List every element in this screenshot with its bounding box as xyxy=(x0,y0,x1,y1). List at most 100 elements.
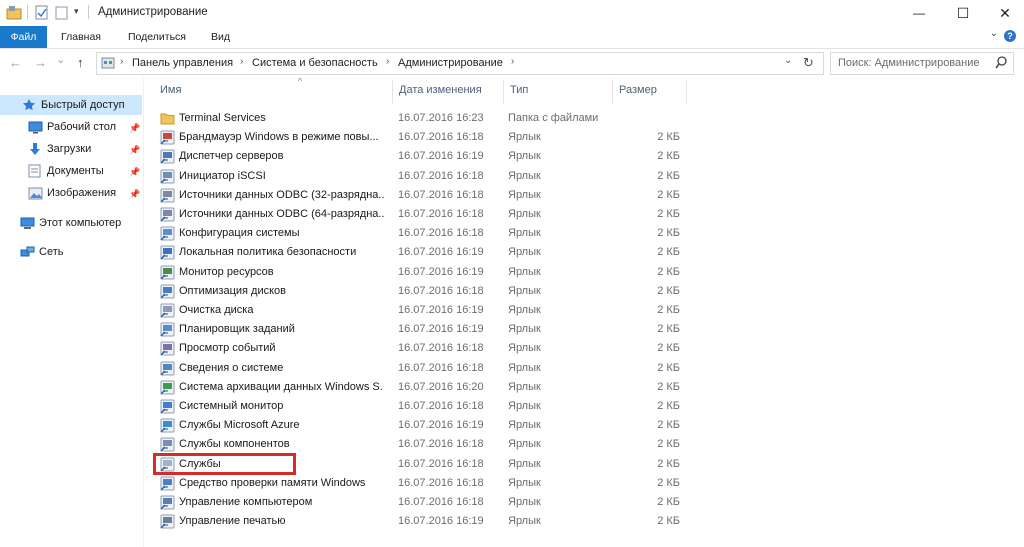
file-date: 16.07.2016 16:18 xyxy=(398,208,484,220)
system-info-icon xyxy=(160,361,175,376)
file-row[interactable]: Службы Microsoft Azure 16.07.2016 16:19 Яр… xyxy=(152,416,688,435)
file-row[interactable]: Просмотр событий 16.07.2016 16:18 Ярлык 2 К… xyxy=(152,339,688,358)
file-name: Брандмауэр Windows в режиме повы... xyxy=(179,131,379,144)
maximize-button[interactable]: ☐ xyxy=(940,0,986,26)
file-date: 16.07.2016 16:18 xyxy=(398,457,484,470)
column-separator[interactable] xyxy=(686,80,687,104)
properties-icon[interactable] xyxy=(35,5,49,23)
sidebar-item-pictures[interactable]: Изображения xyxy=(0,183,142,203)
file-name: Источники данных ODBC (32-разрядна... xyxy=(179,188,384,201)
close-button[interactable]: ✕ xyxy=(982,0,1024,26)
file-row[interactable]: Система архивации данных Windows S... 16.… xyxy=(152,378,688,397)
file-type: Ярлык xyxy=(508,304,541,316)
file-date: 16.07.2016 16:18 xyxy=(398,169,484,182)
file-type: Ярлык xyxy=(508,496,541,508)
file-row[interactable]: Монитор ресурсов 16.07.2016 16:19 Ярлык 2 К… xyxy=(152,263,688,282)
sidebar-item-downloads[interactable]: Загрузки xyxy=(0,139,142,159)
file-row[interactable]: Очистка диска 16.07.2016 16:19 Ярлык 2 КБ xyxy=(152,301,688,320)
pin-icon[interactable]: 📌 xyxy=(129,145,140,156)
odbc-icon xyxy=(160,207,175,222)
file-row[interactable]: Инициатор iSCSI 16.07.2016 16:18 Ярлык 2 КБ xyxy=(152,167,688,186)
file-row[interactable]: Средство проверки памяти Windows 16.07.20… xyxy=(152,474,688,493)
forward-button[interactable]: → xyxy=(34,55,47,70)
file-row[interactable]: Сведения о системе 16.07.2016 16:18 Ярлык 2… xyxy=(152,359,688,378)
memory-diagnostic-icon xyxy=(160,476,175,491)
sidebar-item-this-pc[interactable]: Этот компьютер xyxy=(0,213,142,233)
column-header-type[interactable]: Тип xyxy=(510,84,528,102)
help-icon[interactable]: ? xyxy=(1004,30,1016,42)
file-size: 2 КБ xyxy=(657,265,680,278)
file-row[interactable]: Источники данных ODBC (64-разрядна... 16.… xyxy=(152,205,688,224)
file-row[interactable]: Источники данных ODBC (32-разрядна... 16.… xyxy=(152,186,688,205)
file-row[interactable]: Брандмауэр Windows в режиме повы... 16.07… xyxy=(152,128,688,147)
sidebar-item-quick-access[interactable]: Быстрый доступ xyxy=(0,95,142,115)
breadcrumb-system-security[interactable]: Система и безопасность xyxy=(252,57,378,69)
address-row: ← → ⌄ ↑ › Панель управления › Система и … xyxy=(0,48,1024,78)
file-type: Ярлык xyxy=(508,457,541,470)
file-size: 2 КБ xyxy=(657,476,680,489)
column-header-name[interactable]: Имя xyxy=(160,84,181,102)
file-size: 2 КБ xyxy=(657,515,680,528)
file-row[interactable]: Terminal Services 16.07.2016 16:23 Папка с… xyxy=(152,109,688,128)
file-name: Диспетчер серверов xyxy=(179,150,284,163)
computer-icon xyxy=(20,217,36,230)
search-box[interactable]: Поиск: Администрирование xyxy=(830,52,1014,75)
pin-icon[interactable]: 📌 xyxy=(129,189,140,200)
breadcrumb-separator[interactable]: › xyxy=(386,56,389,67)
tab-share[interactable]: Поделиться xyxy=(128,26,186,48)
breadcrumb-separator[interactable]: › xyxy=(120,56,123,67)
file-date: 16.07.2016 16:23 xyxy=(398,112,484,124)
file-row[interactable]: Управление компьютером 16.07.2016 16:18 Яр… xyxy=(152,493,688,512)
sidebar-item-label: Изображения xyxy=(47,187,117,199)
column-separator[interactable] xyxy=(503,80,504,104)
pin-icon[interactable]: 📌 xyxy=(129,167,140,178)
sidebar-item-desktop[interactable]: Рабочий стол xyxy=(0,117,142,137)
file-type: Ярлык xyxy=(508,284,541,297)
column-header-date[interactable]: Дата изменения xyxy=(399,84,482,102)
breadcrumb-administration[interactable]: Администрирование xyxy=(398,57,503,69)
file-name: Источники данных ODBC (64-разрядна... xyxy=(179,208,384,220)
file-row[interactable]: Планировщик заданий 16.07.2016 16:19 Ярлык… xyxy=(152,320,688,339)
tab-file[interactable]: Файл xyxy=(0,26,47,48)
file-row[interactable]: Локальная политика безопасности 16.07.201… xyxy=(152,243,688,262)
folder-window-icon xyxy=(6,5,22,23)
breadcrumb-separator[interactable]: › xyxy=(511,56,514,67)
file-row[interactable]: Конфигурация системы 16.07.2016 16:18 Ярлы… xyxy=(152,224,688,243)
file-row[interactable]: Оптимизация дисков 16.07.2016 16:18 Ярлык 2… xyxy=(152,282,688,301)
file-name: Монитор ресурсов xyxy=(179,265,274,278)
file-row[interactable]: Системный монитор 16.07.2016 16:18 Ярлык 2 … xyxy=(152,397,688,416)
file-type: Ярлык xyxy=(508,342,541,355)
column-separator[interactable] xyxy=(392,80,393,104)
breadcrumb-separator[interactable]: › xyxy=(240,56,243,67)
customize-toolbar-icon[interactable]: ▾ xyxy=(74,6,79,17)
file-type: Ярлык xyxy=(508,188,541,201)
breadcrumb-control-panel[interactable]: Панель управления xyxy=(132,57,233,69)
file-size: 2 КБ xyxy=(657,438,680,451)
file-type: Ярлык xyxy=(508,208,541,220)
new-folder-icon[interactable] xyxy=(55,5,69,23)
file-row[interactable]: Службы компонентов 16.07.2016 16:18 Ярлык 2… xyxy=(152,435,688,454)
file-date: 16.07.2016 16:20 xyxy=(398,380,484,393)
file-row[interactable]: Диспетчер серверов 16.07.2016 16:19 Ярлык 2… xyxy=(152,147,688,166)
expand-ribbon-icon[interactable]: ⌄ xyxy=(990,28,998,39)
minimize-button[interactable]: — xyxy=(896,0,942,26)
sidebar-item-network[interactable]: Сеть xyxy=(0,242,142,262)
refresh-icon[interactable]: ↻ xyxy=(803,55,814,71)
up-button[interactable]: ↑ xyxy=(77,55,84,70)
backup-icon xyxy=(160,380,175,395)
tab-home[interactable]: Главная xyxy=(61,26,101,48)
recent-locations-button[interactable]: ⌄ xyxy=(56,53,65,66)
column-separator[interactable] xyxy=(612,80,613,104)
network-icon xyxy=(20,246,36,259)
file-row[interactable]: Управление печатью 16.07.2016 16:19 Ярлык 2… xyxy=(152,512,688,531)
address-bar[interactable]: › Панель управления › Система и безопасн… xyxy=(96,52,824,75)
pin-icon[interactable]: 📌 xyxy=(129,123,140,134)
sidebar-item-documents[interactable]: Документы xyxy=(0,161,142,181)
file-name: Локальная политика безопасности xyxy=(179,246,357,259)
back-button[interactable]: ← xyxy=(9,55,22,70)
column-header-size[interactable]: Размер xyxy=(619,84,657,102)
tab-view[interactable]: Вид xyxy=(211,26,230,48)
address-dropdown-icon[interactable]: ⌄ xyxy=(784,55,792,66)
window-title: Администрирование xyxy=(98,6,208,18)
search-icon[interactable] xyxy=(995,56,1007,72)
